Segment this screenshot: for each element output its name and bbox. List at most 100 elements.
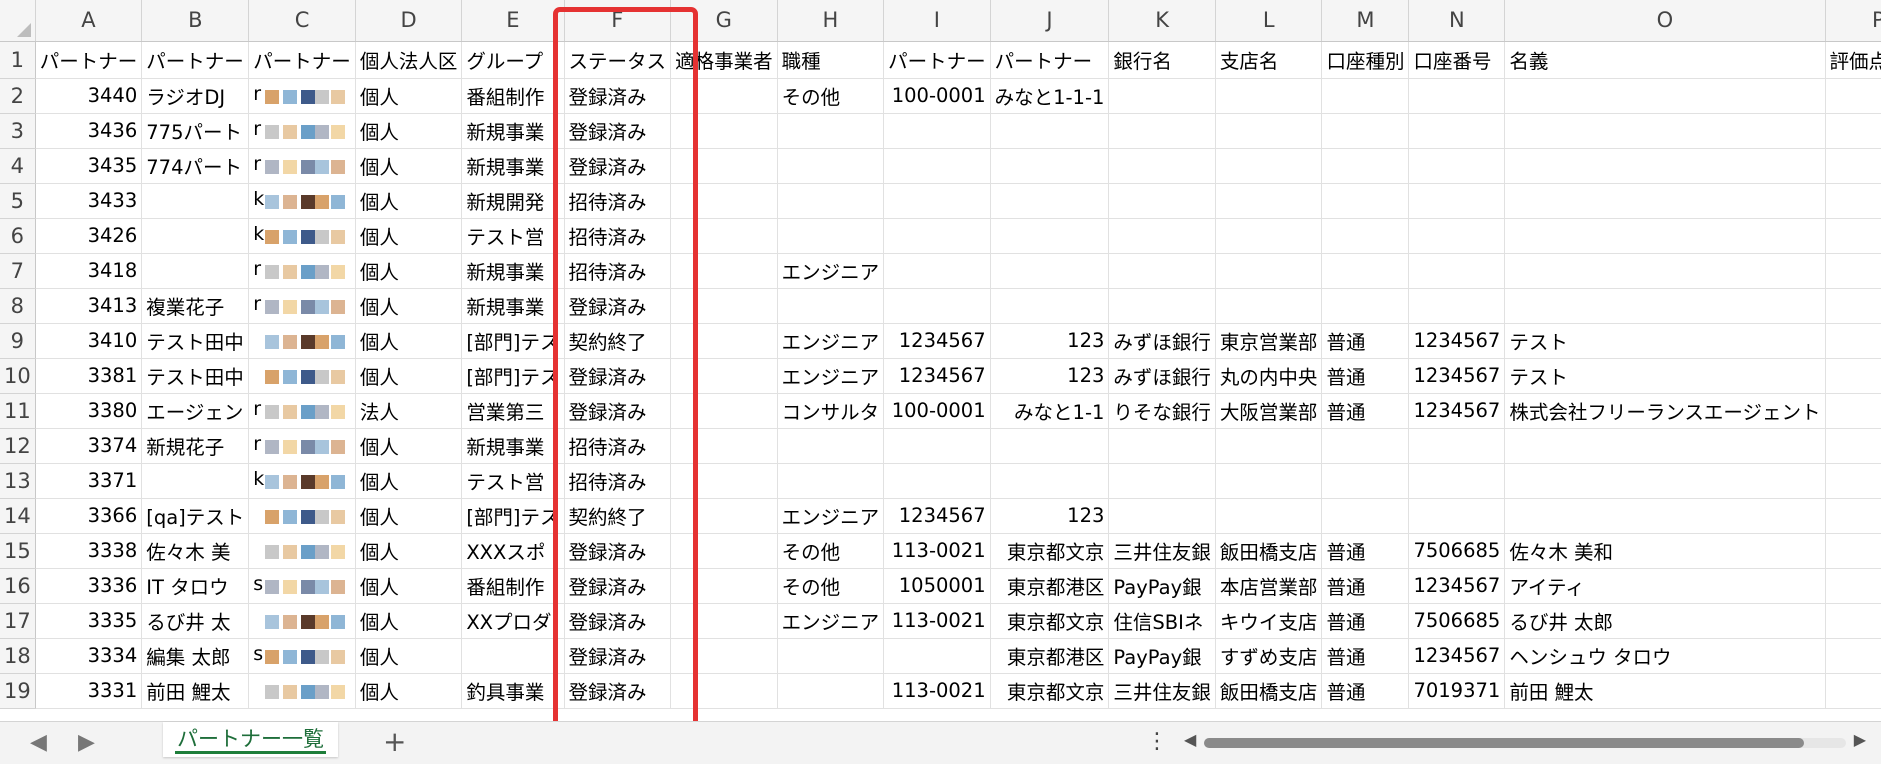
- cell-o[interactable]: 佐々木 美和: [1504, 533, 1826, 569]
- cell-table[interactable]: ABCDEFGHIJKLMNOPQ1パートナーパートナーパートナー個人法人区グル…: [0, 0, 1881, 709]
- cell-m[interactable]: 普通: [1321, 568, 1410, 604]
- more-options-icon[interactable]: ⋮: [1146, 729, 1168, 754]
- cell-f[interactable]: 登録済み: [564, 113, 672, 149]
- column-header-i[interactable]: I: [883, 0, 991, 42]
- cell-o[interactable]: [1504, 463, 1826, 499]
- cell-b[interactable]: [141, 183, 250, 219]
- row-header[interactable]: 1: [0, 41, 36, 79]
- cell-f[interactable]: 招待済み: [564, 428, 672, 464]
- column-header-a[interactable]: A: [35, 0, 143, 42]
- cell-j[interactable]: 東京都港区: [990, 568, 1110, 604]
- cell-e[interactable]: 新規開発: [461, 183, 565, 219]
- cell-b[interactable]: ラジオDJ: [141, 78, 250, 114]
- cell-l[interactable]: [1215, 253, 1323, 289]
- column-header-o[interactable]: O: [1504, 0, 1826, 42]
- cell-j[interactable]: [990, 148, 1110, 184]
- cell-k[interactable]: 住信SBIネ: [1108, 603, 1216, 639]
- cell-a[interactable]: 3366: [35, 498, 143, 534]
- cell-c[interactable]: r: [248, 253, 356, 289]
- cell-p[interactable]: [1825, 323, 1881, 359]
- cell-m[interactable]: [1321, 148, 1410, 184]
- cell-c[interactable]: s: [248, 568, 356, 604]
- cell-g[interactable]: [670, 638, 778, 674]
- cell-p[interactable]: [1825, 113, 1881, 149]
- cell-n[interactable]: [1408, 78, 1506, 114]
- cell-header-h[interactable]: 職種: [777, 41, 885, 79]
- cell-n[interactable]: 1234567: [1408, 568, 1506, 604]
- cell-m[interactable]: [1321, 253, 1410, 289]
- row-header[interactable]: 9: [0, 323, 36, 359]
- cell-header-c[interactable]: パートナー: [248, 41, 356, 79]
- cell-d[interactable]: 個人: [355, 323, 463, 359]
- cell-m[interactable]: [1321, 288, 1410, 324]
- cell-g[interactable]: [670, 568, 778, 604]
- cell-d[interactable]: 個人: [355, 358, 463, 394]
- cell-i[interactable]: [883, 428, 991, 464]
- cell-c[interactable]: r: [248, 393, 356, 429]
- cell-header-e[interactable]: グループ: [461, 41, 565, 79]
- cell-m[interactable]: [1321, 113, 1410, 149]
- cell-header-b[interactable]: パートナー: [141, 41, 250, 79]
- cell-h[interactable]: [777, 148, 885, 184]
- cell-f[interactable]: 登録済み: [564, 148, 672, 184]
- cell-e[interactable]: XXプロダ: [461, 603, 565, 639]
- cell-h[interactable]: [777, 288, 885, 324]
- cell-header-k[interactable]: 銀行名: [1108, 41, 1216, 79]
- cell-o[interactable]: 株式会社フリーランスエージェント: [1504, 393, 1826, 429]
- cell-j[interactable]: [990, 463, 1110, 499]
- cell-p[interactable]: 4: [1825, 673, 1881, 709]
- cell-g[interactable]: [670, 113, 778, 149]
- cell-l[interactable]: [1215, 218, 1323, 254]
- cell-o[interactable]: [1504, 148, 1826, 184]
- cell-h[interactable]: [777, 218, 885, 254]
- cell-n[interactable]: 1234567: [1408, 393, 1506, 429]
- cell-h[interactable]: エンジニア: [777, 253, 885, 289]
- cell-h[interactable]: [777, 428, 885, 464]
- cell-k[interactable]: 三井住友銀: [1108, 533, 1216, 569]
- cell-i[interactable]: [883, 638, 991, 674]
- cell-e[interactable]: テスト営: [461, 463, 565, 499]
- cell-b[interactable]: テスト田中: [141, 358, 250, 394]
- cell-c[interactable]: r: [248, 148, 356, 184]
- cell-k[interactable]: [1108, 253, 1216, 289]
- cell-o[interactable]: テスト: [1504, 358, 1826, 394]
- row-header[interactable]: 13: [0, 463, 36, 499]
- cell-f[interactable]: 登録済み: [564, 288, 672, 324]
- cell-a[interactable]: 3380: [35, 393, 143, 429]
- cell-c[interactable]: r: [248, 78, 356, 114]
- cell-e[interactable]: 釣具事業: [461, 673, 565, 709]
- cell-header-a[interactable]: パートナー: [35, 41, 143, 79]
- cell-m[interactable]: [1321, 78, 1410, 114]
- cell-l[interactable]: 飯田橋支店: [1215, 533, 1323, 569]
- cell-m[interactable]: [1321, 428, 1410, 464]
- cell-header-g[interactable]: 適格事業者: [670, 41, 778, 79]
- cell-o[interactable]: るび井 太郎: [1504, 603, 1826, 639]
- cell-a[interactable]: 3338: [35, 533, 143, 569]
- column-header-n[interactable]: N: [1408, 0, 1506, 42]
- cell-e[interactable]: 番組制作: [461, 568, 565, 604]
- scroll-right-icon[interactable]: ▶: [1854, 730, 1866, 749]
- cell-b[interactable]: 774パート: [141, 148, 250, 184]
- cell-l[interactable]: 本店営業部: [1215, 568, 1323, 604]
- row-header[interactable]: 8: [0, 288, 36, 324]
- cell-d[interactable]: 個人: [355, 673, 463, 709]
- cell-j[interactable]: [990, 218, 1110, 254]
- cell-g[interactable]: [670, 323, 778, 359]
- column-header-e[interactable]: E: [461, 0, 565, 42]
- cell-e[interactable]: テスト営: [461, 218, 565, 254]
- row-header[interactable]: 3: [0, 113, 36, 149]
- scroll-thumb[interactable]: [1204, 738, 1804, 748]
- horizontal-scrollbar[interactable]: ◀ ▶: [1180, 730, 1870, 752]
- cell-g[interactable]: [670, 253, 778, 289]
- cell-p[interactable]: [1825, 183, 1881, 219]
- cell-e[interactable]: 新規事業: [461, 253, 565, 289]
- cell-k[interactable]: [1108, 498, 1216, 534]
- cell-k[interactable]: みずほ銀行: [1108, 358, 1216, 394]
- cell-n[interactable]: 7506685: [1408, 533, 1506, 569]
- cell-h[interactable]: エンジニア: [777, 603, 885, 639]
- sheet-tab-partners[interactable]: パートナー一覧: [163, 722, 338, 757]
- cell-b[interactable]: 775パート: [141, 113, 250, 149]
- cell-n[interactable]: [1408, 113, 1506, 149]
- row-header[interactable]: 16: [0, 568, 36, 604]
- cell-e[interactable]: 営業第三: [461, 393, 565, 429]
